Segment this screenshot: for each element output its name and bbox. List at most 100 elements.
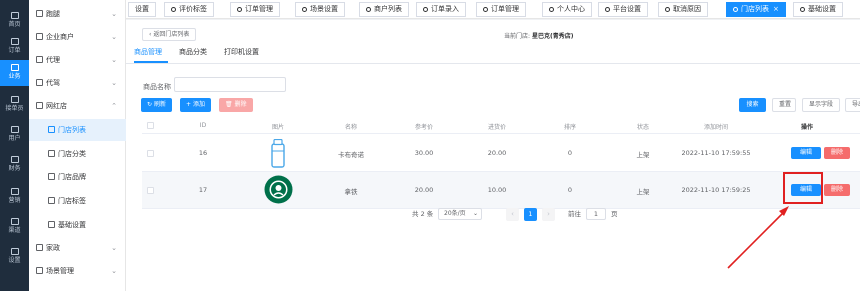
cell-add-time: 2022-11-10 17:59:55	[681, 149, 751, 157]
page-number-current[interactable]: 1	[524, 208, 537, 221]
tab-order-management-2[interactable]: 订单管理	[476, 2, 526, 17]
delivery-icon	[10, 96, 19, 103]
next-page-button[interactable]: ›	[542, 208, 555, 221]
rail-item-marketing[interactable]: 营销	[0, 184, 29, 210]
chevron-down-icon: ⌄	[111, 267, 117, 275]
list-icon	[48, 126, 55, 133]
menu-item-scene[interactable]: 场景管理 ⌄	[29, 260, 126, 282]
home-icon	[10, 12, 19, 19]
col-cost-price: 进货价	[487, 124, 507, 131]
search-button[interactable]: 搜索	[739, 98, 766, 112]
chevron-down-icon: ⌄	[111, 10, 117, 18]
menu-item-driver[interactable]: 代驾 ⌄	[29, 72, 126, 94]
trash-icon: 🗑	[225, 101, 235, 108]
delete-row-button[interactable]: 删除	[824, 147, 850, 159]
menu-item-agent[interactable]: 代理 ⌄	[29, 49, 126, 71]
delete-button[interactable]: 🗑 删除	[219, 98, 253, 112]
merchant-icon	[366, 7, 371, 12]
menu-item-errand[interactable]: 跑腿 ⌄	[29, 3, 126, 25]
cell-cost-price: 20.00	[487, 149, 507, 157]
col-ref-price: 参考价	[414, 124, 434, 131]
menu-item-influencer-store[interactable]: 网红店 ⌃	[29, 95, 126, 117]
finance-icon	[10, 156, 19, 163]
rail-item-settings[interactable]: 设置	[0, 244, 29, 270]
store-icon	[36, 102, 43, 109]
col-add-time: 添加时间	[703, 124, 729, 131]
goto-label: 前往	[568, 210, 581, 218]
columns-button[interactable]: 显示字段	[802, 98, 840, 112]
cell-id: 17	[198, 186, 208, 194]
housekeeping-icon	[36, 244, 43, 251]
menu-item-store-brand[interactable]: 门店品牌	[29, 166, 126, 188]
menu-item-store-category[interactable]: 门店分类	[29, 143, 126, 165]
cell-name: 拿铁	[344, 188, 358, 196]
reset-button[interactable]: 重置	[772, 98, 796, 112]
tab-scene-settings[interactable]: 场景设置	[295, 2, 345, 17]
menu-item-enterprise[interactable]: 企业商户 ⌄	[29, 26, 126, 48]
close-icon[interactable]: ×	[773, 5, 779, 13]
tab-settings[interactable]: 设置	[128, 2, 156, 17]
tab-basic-settings[interactable]: 基础设置	[793, 2, 843, 17]
tab-store-list[interactable]: 门店列表 ×	[726, 2, 786, 17]
rail-item-home[interactable]: 首页	[0, 8, 29, 34]
tab-platform-settings[interactable]: 平台设置	[598, 2, 648, 17]
cell-cost-price: 10.00	[487, 186, 507, 194]
marketing-icon	[10, 188, 19, 195]
add-button[interactable]: + 添加	[180, 98, 211, 112]
row-checkbox[interactable]	[147, 187, 154, 194]
tab-cancel-reasons[interactable]: 取消原因	[658, 2, 708, 17]
menu-item-housekeeping[interactable]: 家政 ⌄	[29, 237, 126, 259]
chevron-up-icon: ⌃	[111, 102, 117, 110]
subtab-goods-management[interactable]: 商品管理	[134, 47, 162, 57]
rail-item-business[interactable]: 业务	[0, 60, 29, 86]
tab-review-tags[interactable]: 评价标签	[164, 2, 214, 17]
current-store: 当前门店: 星巴克(青秀店)	[504, 33, 574, 40]
rail-item-user[interactable]: 用户	[0, 122, 29, 148]
table-row: 17 拿铁 20.00 10.00 0 上架 2022-11-10 17:59:…	[142, 172, 860, 209]
rail-item-order[interactable]: 订单	[0, 34, 29, 60]
chevron-down-icon: ⌄	[472, 210, 478, 217]
chevron-down-icon: ⌄	[111, 79, 117, 87]
menu-item-store-tags[interactable]: 门店标签	[29, 190, 126, 212]
gear-icon	[48, 221, 55, 228]
cell-ref-price: 30.00	[414, 149, 434, 157]
tab-bar: 设置 评价标签 订单管理 场景设置 商户列表 订单录入 订单管理 个人中心 平台…	[126, 0, 860, 19]
page-size-select[interactable]: 20条/页 ⌄	[438, 208, 482, 220]
goto-page-input[interactable]: 1	[586, 208, 606, 220]
export-button[interactable]: 导出	[845, 98, 860, 112]
row-checkbox[interactable]	[147, 150, 154, 157]
business-icon	[10, 64, 19, 71]
driver-icon	[36, 79, 43, 86]
rail-item-delivery[interactable]: 接单员	[0, 92, 29, 118]
rail-item-finance[interactable]: 财务	[0, 152, 29, 178]
table-header: ID 图片 名称 参考价 进货价 排序 状态 添加时间 操作	[142, 119, 860, 134]
tab-order-entry[interactable]: 订单录入	[416, 2, 466, 17]
annotation-highlight-box	[783, 172, 823, 204]
select-all-checkbox[interactable]	[147, 122, 154, 129]
refresh-button[interactable]: ↻ 刷新	[141, 98, 172, 112]
delete-row-button[interactable]: 删除	[824, 184, 850, 196]
order-icon	[237, 7, 242, 12]
chevron-down-icon: ⌄	[111, 244, 117, 252]
subtab-printer-settings[interactable]: 打印机设置	[224, 47, 259, 57]
secondary-menu: 跑腿 ⌄ 企业商户 ⌄ 代理 ⌄ 代驾 ⌄ 网红店 ⌃ 门店列表 门店分类 门店品牌 门店…	[29, 0, 126, 291]
user-icon	[549, 7, 554, 12]
prev-page-button[interactable]: ‹	[506, 208, 519, 221]
chevron-down-icon: ⌄	[111, 33, 117, 41]
subtab-goods-category[interactable]: 商品分类	[179, 47, 207, 57]
edit-button[interactable]: 编辑	[791, 147, 821, 159]
rail-item-channel[interactable]: 渠道	[0, 214, 29, 240]
goods-name-input[interactable]	[174, 77, 286, 92]
tab-merchant-list[interactable]: 商户列表	[359, 2, 409, 17]
back-to-store-list-button[interactable]: ‹ 返回门店列表	[142, 28, 197, 41]
menu-item-store-list[interactable]: 门店列表	[29, 119, 126, 141]
tab-order-management[interactable]: 订单管理	[230, 2, 280, 17]
menu-item-basic-settings[interactable]: 基础设置	[29, 214, 126, 236]
goto-suffix: 页	[611, 210, 618, 218]
cell-add-time: 2022-11-10 17:59:25	[681, 186, 751, 194]
gear-icon	[800, 7, 805, 12]
col-name: 名称	[344, 124, 358, 131]
settings-icon	[10, 248, 19, 255]
cell-status: 上架	[636, 151, 650, 159]
tab-personal-center[interactable]: 个人中心	[542, 2, 592, 17]
